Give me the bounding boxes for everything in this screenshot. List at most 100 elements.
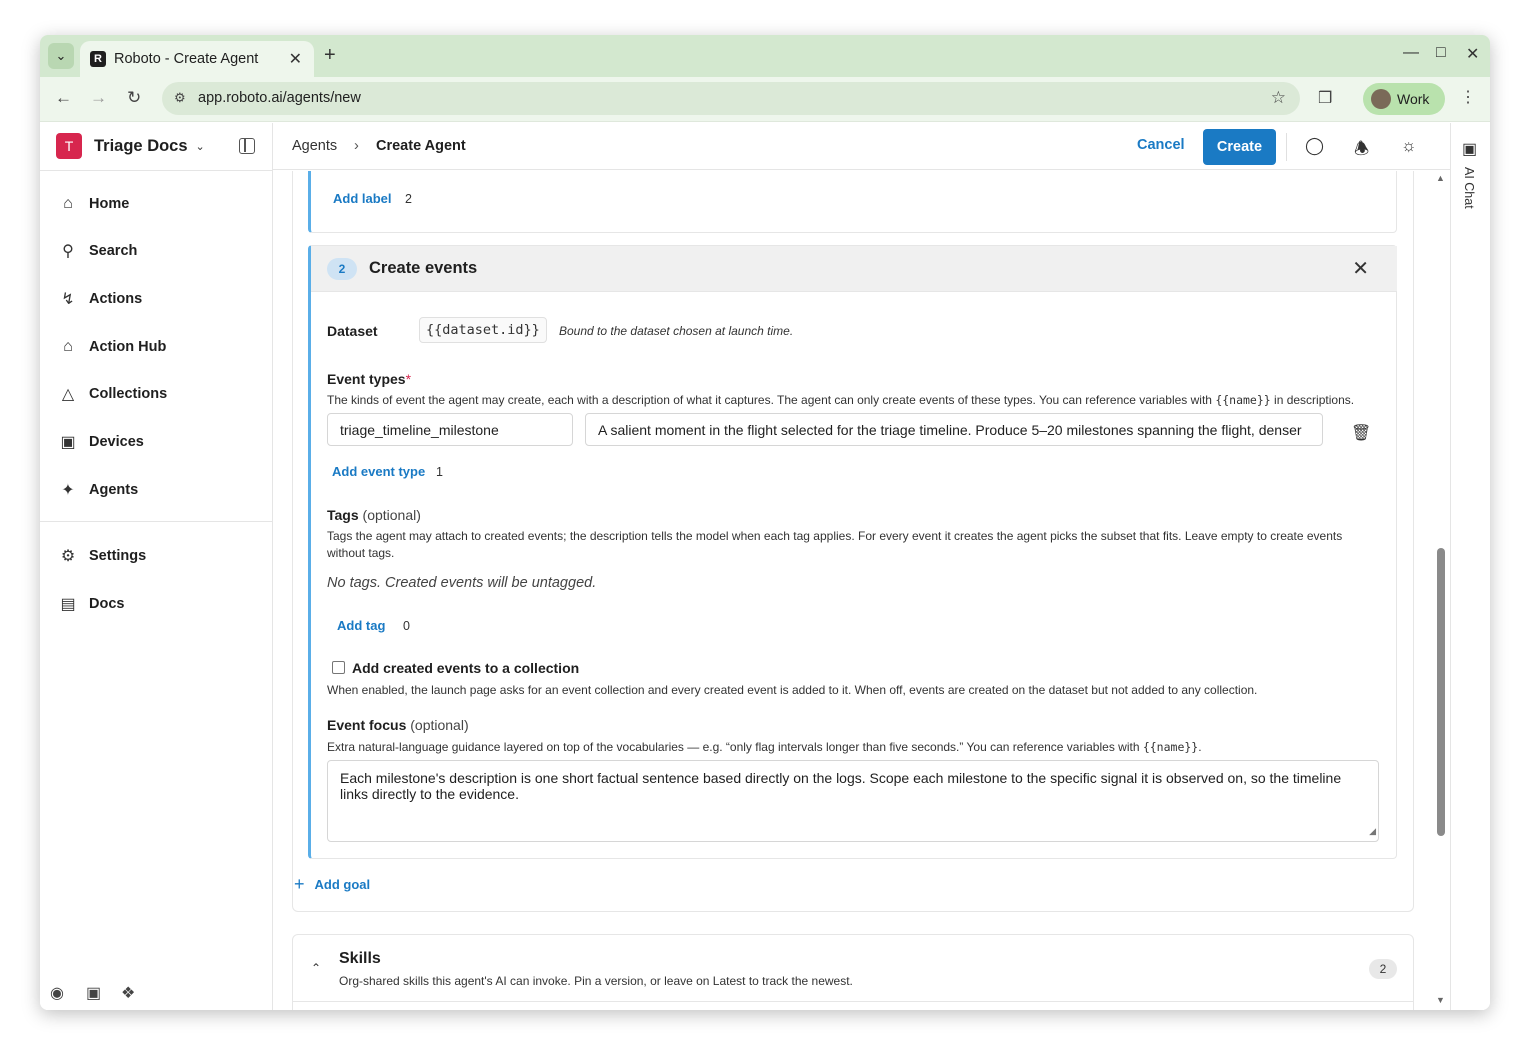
window-close-icon[interactable]: ✕ bbox=[1466, 44, 1479, 64]
create-button[interactable]: Create bbox=[1203, 129, 1276, 165]
sidebar-item-label: Search bbox=[89, 243, 138, 259]
sidebar-item-actions[interactable]: ↯ Actions bbox=[58, 287, 142, 311]
profile-button[interactable]: Work bbox=[1363, 83, 1445, 115]
sidebar-item-docs[interactable]: ▤ Docs bbox=[58, 592, 124, 616]
org-switcher[interactable]: T Triage Docs ⌄ bbox=[56, 133, 205, 159]
twitter-icon[interactable]: ❖ bbox=[121, 983, 135, 1003]
tags-label: Tags (optional) bbox=[327, 507, 421, 523]
event-type-count: 1 bbox=[436, 465, 443, 479]
tab-close-icon[interactable]: ✕ bbox=[289, 49, 302, 69]
event-focus-textarea[interactable]: Each milestone's description is one shor… bbox=[327, 760, 1379, 842]
goal-card: Add label 2 bbox=[308, 171, 1397, 233]
event-focus-help: Extra natural-language guidance layered … bbox=[327, 739, 1387, 756]
event-focus-label-text: Event focus bbox=[327, 717, 407, 733]
browser-tab[interactable]: R Roboto - Create Agent ✕ bbox=[80, 41, 314, 77]
bookmark-star-icon[interactable]: ☆ bbox=[1271, 88, 1286, 108]
cancel-button[interactable]: Cancel bbox=[1137, 137, 1185, 153]
app-root: T Triage Docs ⌄ ⌂ Home ⚲ Search ↯ Action… bbox=[40, 123, 1490, 1010]
ai-chat-rail[interactable]: ▣ AI Chat bbox=[1450, 123, 1490, 1010]
url-text[interactable]: app.roboto.ai/agents/new bbox=[198, 90, 361, 106]
new-tab-icon[interactable]: + bbox=[324, 44, 336, 67]
sparkle-icon: ✦ bbox=[61, 482, 75, 499]
close-icon[interactable]: ✕ bbox=[1352, 256, 1369, 281]
collection-checkbox[interactable] bbox=[332, 661, 345, 674]
resize-handle-icon[interactable]: ◢ bbox=[1369, 823, 1376, 839]
sidebar-item-collections[interactable]: △ Collections bbox=[58, 382, 167, 406]
bell-icon[interactable]: 🕭 bbox=[1354, 136, 1369, 165]
sidebar-item-search[interactable]: ⚲ Search bbox=[58, 239, 137, 263]
profile-avatar bbox=[1371, 89, 1391, 109]
tab-search-icon[interactable]: ⌄ bbox=[48, 43, 74, 69]
linkedin-icon[interactable]: ▣ bbox=[86, 983, 101, 1003]
goal-card-create-events: 2 Create events ✕ Dataset {{dataset.id}}… bbox=[308, 245, 1397, 859]
robot-icon: ▣ bbox=[60, 434, 76, 451]
page-header: Agents › Create Agent Cancel Create ◯ 🕭 … bbox=[273, 123, 1450, 170]
shapes-icon: △ bbox=[61, 386, 75, 403]
dataset-note: Bound to the dataset chosen at launch ti… bbox=[559, 324, 794, 338]
help-code: {{name}} bbox=[1142, 740, 1199, 754]
sidebar-item-devices[interactable]: ▣ Devices bbox=[58, 430, 144, 454]
minimize-icon[interactable]: — bbox=[1403, 44, 1419, 62]
dataset-value: {{dataset.id}} bbox=[419, 317, 547, 343]
skills-description: Org-shared skills this agent's AI can in… bbox=[339, 974, 853, 988]
add-goal-button[interactable]: + Add goal bbox=[294, 874, 370, 895]
search-icon: ⚲ bbox=[62, 243, 74, 260]
search-icon[interactable]: ◯ bbox=[1305, 136, 1324, 156]
chevron-up-icon[interactable]: ⌃ bbox=[311, 961, 321, 975]
tags-empty-note: No tags. Created events will be untagged… bbox=[327, 575, 597, 591]
collapse-sidebar-icon[interactable] bbox=[239, 138, 255, 154]
add-tag-button[interactable]: Add tag bbox=[337, 618, 385, 633]
sidebar-item-label: Action Hub bbox=[89, 339, 167, 355]
add-event-type-button[interactable]: Add event type bbox=[332, 464, 425, 479]
scrollbar-thumb[interactable] bbox=[1437, 548, 1445, 836]
sidebar-item-agents[interactable]: ✦ Agents bbox=[58, 478, 138, 502]
ai-chat-label: AI Chat bbox=[1462, 167, 1476, 209]
sidebar-item-home[interactable]: ⌂ Home bbox=[58, 192, 129, 216]
browser-toolbar: ← → ↻ ⚙ app.roboto.ai/agents/new ☆ ❒ Wor… bbox=[40, 77, 1490, 122]
address-bar[interactable]: ⚙ app.roboto.ai/agents/new ☆ bbox=[162, 82, 1300, 115]
event-types-label: Event types* bbox=[327, 371, 411, 387]
help-text: . bbox=[1198, 740, 1202, 754]
sidebar-item-action-hub[interactable]: ⌂ Action Hub bbox=[58, 335, 166, 359]
chevron-down-icon: ⌄ bbox=[195, 140, 205, 153]
scroll-up-icon[interactable]: ▲ bbox=[1436, 173, 1445, 183]
theme-sun-icon[interactable]: ☼ bbox=[1401, 136, 1417, 156]
site-settings-icon[interactable]: ⚙ bbox=[174, 90, 186, 106]
sidebar-item-settings[interactable]: ⚙ Settings bbox=[58, 544, 146, 568]
roboto-favicon-icon: R bbox=[90, 51, 106, 67]
event-type-name-input[interactable]: triage_timeline_milestone bbox=[327, 413, 573, 446]
org-avatar: T bbox=[56, 133, 82, 159]
collection-label[interactable]: Add created events to a collection bbox=[352, 660, 579, 676]
sidebar-item-label: Devices bbox=[89, 434, 144, 450]
document-icon: ▤ bbox=[60, 596, 76, 613]
browser-menu-icon[interactable]: ⋮ bbox=[1460, 87, 1476, 107]
tags-help: Tags the agent may attach to created eve… bbox=[327, 529, 1343, 560]
required-mark: * bbox=[405, 371, 412, 387]
maximize-icon[interactable]: □ bbox=[1436, 44, 1446, 62]
back-icon[interactable]: ← bbox=[55, 88, 72, 108]
event-type-description-input[interactable]: A salient moment in the flight selected … bbox=[585, 413, 1323, 446]
forward-icon[interactable]: → bbox=[90, 88, 107, 108]
breadcrumb-agents[interactable]: Agents bbox=[292, 138, 337, 154]
trash-icon[interactable]: 🗑 bbox=[1351, 423, 1371, 443]
collection-help: When enabled, the launch page asks for a… bbox=[327, 683, 1258, 697]
divider bbox=[293, 1001, 1413, 1002]
step-badge: 2 bbox=[327, 258, 357, 280]
scroll-down-icon[interactable]: ▼ bbox=[1436, 995, 1445, 1005]
reload-icon[interactable]: ↻ bbox=[127, 88, 141, 108]
sidebar: T Triage Docs ⌄ ⌂ Home ⚲ Search ↯ Action… bbox=[40, 123, 273, 1010]
event-focus-value: Each milestone's description is one shor… bbox=[340, 770, 1342, 802]
divider bbox=[40, 521, 273, 522]
skills-card: ⌃ Skills Org-shared skills this agent's … bbox=[292, 934, 1414, 1010]
breadcrumb-separator-icon: › bbox=[354, 138, 359, 154]
github-icon[interactable]: ◉ bbox=[50, 983, 64, 1003]
browser-window: ⌄ R Roboto - Create Agent ✕ + — □ ✕ ← → … bbox=[40, 35, 1490, 1010]
lightning-icon: ↯ bbox=[61, 291, 75, 308]
store-icon: ⌂ bbox=[63, 338, 73, 355]
goal-title: Create events bbox=[369, 259, 478, 277]
help-text: Extra natural-language guidance layered … bbox=[327, 740, 1143, 754]
add-label-button[interactable]: Add label bbox=[333, 191, 392, 206]
add-goal-label: Add goal bbox=[314, 877, 371, 892]
help-text: The kinds of event the agent may create,… bbox=[327, 393, 1216, 407]
extensions-icon[interactable]: ❒ bbox=[1318, 88, 1332, 108]
